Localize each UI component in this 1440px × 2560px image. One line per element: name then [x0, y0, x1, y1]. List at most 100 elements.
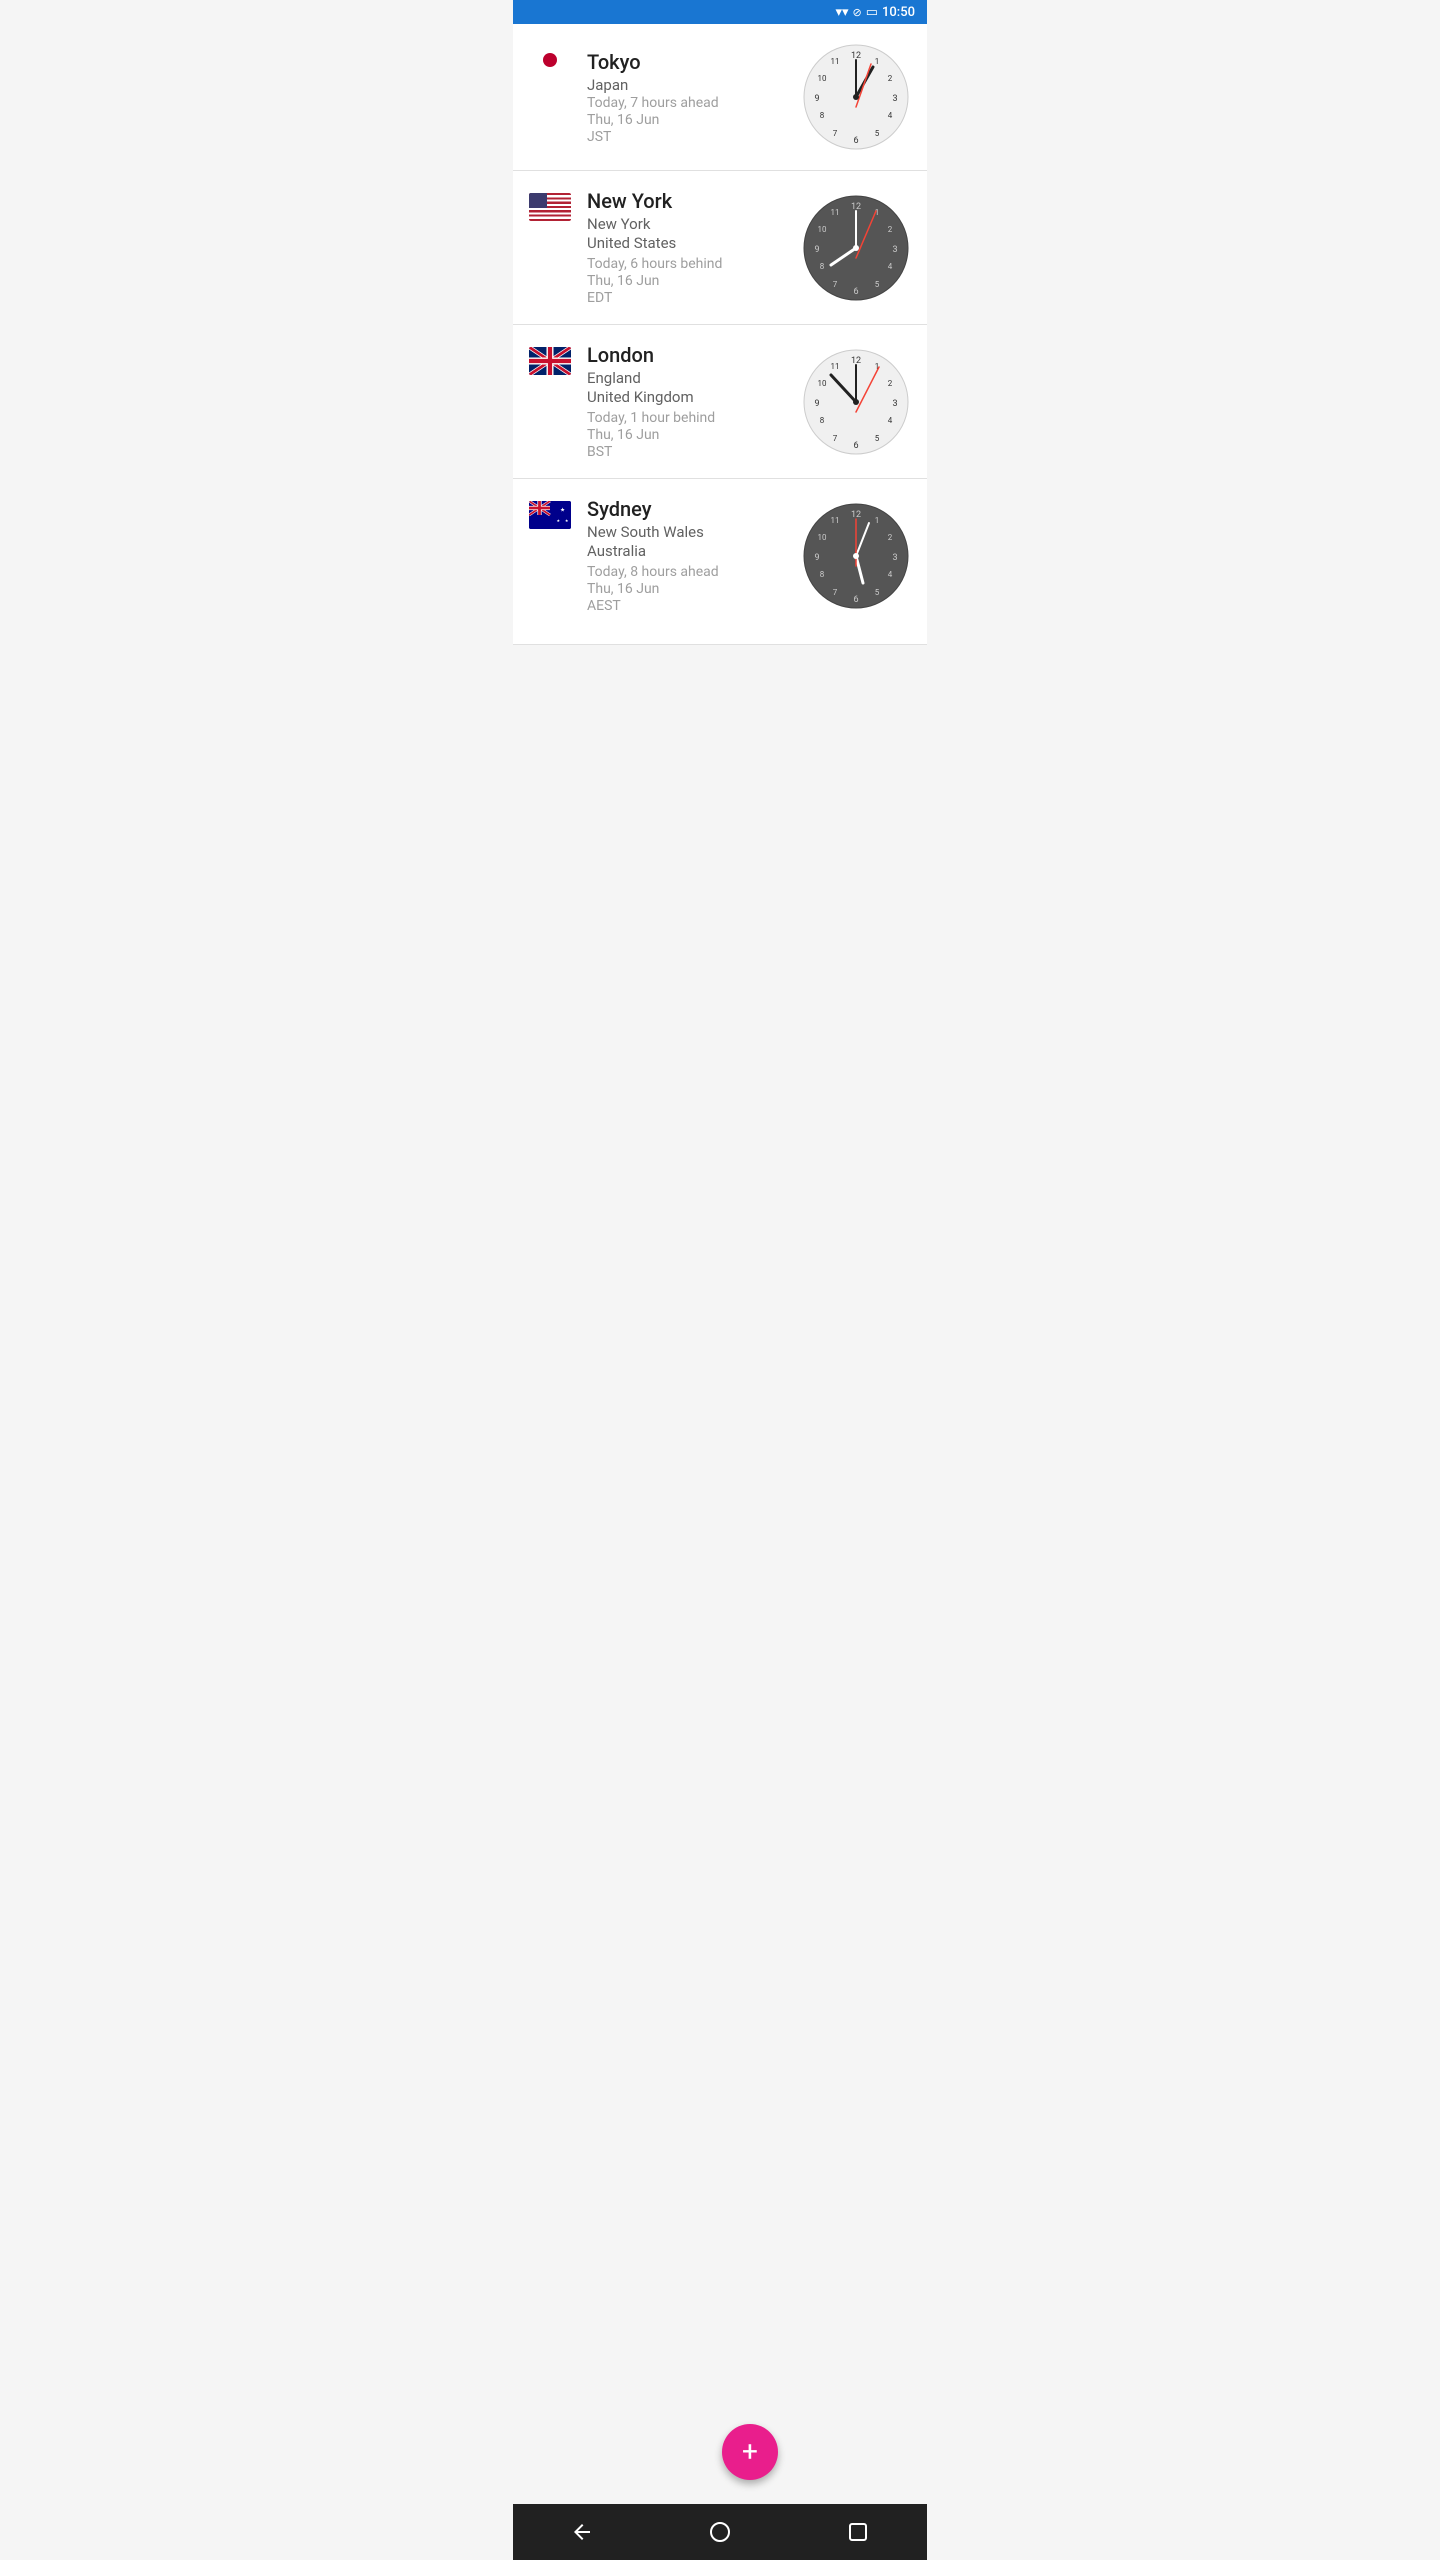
- au-flag-svg: ★ ★ ★: [529, 501, 571, 529]
- svg-text:★: ★: [557, 519, 561, 524]
- clock-item-new-york[interactable]: New York New York United States Today, 6…: [513, 171, 927, 325]
- svg-text:3: 3: [892, 245, 897, 255]
- svg-text:6: 6: [853, 441, 858, 451]
- flag-japan: [529, 46, 571, 74]
- svg-text:4: 4: [888, 416, 893, 425]
- new-york-info: New York New York United States Today, 6…: [587, 189, 793, 306]
- svg-text:6: 6: [853, 595, 858, 605]
- nav-home-button[interactable]: [700, 2512, 740, 2552]
- svg-text:8: 8: [820, 570, 825, 579]
- flag-us: [529, 193, 571, 221]
- recent-icon: [846, 2520, 870, 2544]
- london-tz: BST: [587, 444, 793, 460]
- svg-text:5: 5: [875, 588, 880, 597]
- add-city-fab[interactable]: +: [722, 2424, 778, 2480]
- london-country: United Kingdom: [587, 388, 793, 406]
- svg-text:7: 7: [833, 280, 838, 289]
- japan-flag-circle: [543, 53, 557, 67]
- svg-text:★: ★: [560, 507, 565, 514]
- clock-item-tokyo[interactable]: Tokyo Japan Today, 7 hours ahead Thu, 16…: [513, 24, 927, 171]
- clock-list: Tokyo Japan Today, 7 hours ahead Thu, 16…: [513, 24, 927, 645]
- svg-text:11: 11: [831, 362, 840, 371]
- svg-text:2: 2: [888, 74, 893, 83]
- new-york-country: United States: [587, 234, 793, 252]
- add-icon: +: [742, 2438, 758, 2466]
- svg-text:8: 8: [820, 262, 825, 271]
- svg-text:9: 9: [814, 94, 819, 104]
- svg-text:4: 4: [888, 111, 893, 120]
- nav-back-button[interactable]: [562, 2512, 602, 2552]
- svg-text:10: 10: [818, 225, 827, 234]
- new-york-name: New York: [587, 189, 793, 213]
- svg-text:6: 6: [853, 136, 858, 146]
- svg-text:7: 7: [833, 434, 838, 443]
- new-york-region: New York: [587, 215, 793, 233]
- sydney-diff: Today, 8 hours ahead: [587, 564, 793, 580]
- tokyo-tz: JST: [587, 129, 793, 145]
- svg-text:9: 9: [814, 399, 819, 409]
- home-icon: [708, 2520, 732, 2544]
- svg-text:5: 5: [875, 434, 880, 443]
- new-york-diff: Today, 6 hours behind: [587, 256, 793, 272]
- svg-text:8: 8: [820, 111, 825, 120]
- clock-item-sydney[interactable]: ★ ★ ★ Sydney New South Wales Australia T…: [513, 479, 927, 645]
- svg-text:2: 2: [888, 533, 893, 542]
- clock-london: 12 3 6 9 1 2 4 5 11 10 8 7: [801, 347, 911, 457]
- svg-text:11: 11: [831, 208, 840, 217]
- tokyo-info: Tokyo Japan Today, 7 hours ahead Thu, 16…: [587, 50, 793, 145]
- signal-icon: ⊘: [853, 6, 862, 19]
- battery-icon: ▭: [866, 5, 878, 20]
- status-bar: ▾▾ ⊘ ▭ 10:50: [513, 0, 927, 24]
- svg-text:1: 1: [875, 516, 880, 525]
- svg-text:4: 4: [888, 570, 893, 579]
- svg-text:7: 7: [833, 129, 838, 138]
- svg-text:4: 4: [888, 262, 893, 271]
- london-diff: Today, 1 hour behind: [587, 410, 793, 426]
- clock-tokyo: 12 3 6 9 1 2 4 5 11 10 8 7: [801, 42, 911, 152]
- london-region: England: [587, 369, 793, 387]
- svg-text:10: 10: [818, 533, 827, 542]
- svg-text:5: 5: [875, 129, 880, 138]
- svg-text:8: 8: [820, 416, 825, 425]
- svg-text:10: 10: [818, 74, 827, 83]
- uk-flag-svg: [529, 347, 571, 375]
- svg-text:9: 9: [814, 245, 819, 255]
- london-name: London: [587, 343, 793, 367]
- svg-text:2: 2: [888, 379, 893, 388]
- flag-uk: [529, 347, 571, 375]
- flag-au: ★ ★ ★: [529, 501, 571, 529]
- tokyo-date: Thu, 16 Jun: [587, 112, 793, 128]
- svg-text:5: 5: [875, 280, 880, 289]
- sydney-date: Thu, 16 Jun: [587, 581, 793, 597]
- us-canton: [529, 193, 547, 208]
- sydney-country: Australia: [587, 542, 793, 560]
- new-york-date: Thu, 16 Jun: [587, 273, 793, 289]
- clock-new-york: 12 3 6 9 1 2 4 5 11 10 8 7: [801, 193, 911, 303]
- london-info: London England United Kingdom Today, 1 h…: [587, 343, 793, 460]
- wifi-icon: ▾▾: [835, 5, 848, 20]
- nav-recent-button[interactable]: [838, 2512, 878, 2552]
- sydney-tz: AEST: [587, 598, 793, 614]
- svg-text:7: 7: [833, 588, 838, 597]
- status-time: 10:50: [882, 5, 915, 20]
- back-icon: [570, 2520, 594, 2544]
- tokyo-diff: Today, 7 hours ahead: [587, 95, 793, 111]
- svg-text:9: 9: [814, 553, 819, 563]
- clock-sydney: 12 3 6 9 1 2 4 5 11 10 8 7: [801, 501, 911, 611]
- svg-text:1: 1: [875, 57, 880, 66]
- sydney-name: Sydney: [587, 497, 793, 521]
- tokyo-region: Japan: [587, 76, 793, 94]
- svg-text:3: 3: [892, 553, 897, 563]
- svg-text:11: 11: [831, 516, 840, 525]
- svg-text:★: ★: [565, 519, 569, 524]
- svg-text:10: 10: [818, 379, 827, 388]
- sydney-info: Sydney New South Wales Australia Today, …: [587, 497, 793, 614]
- status-icons: ▾▾ ⊘ ▭ 10:50: [835, 5, 915, 20]
- sydney-region: New South Wales: [587, 523, 793, 541]
- svg-text:3: 3: [892, 94, 897, 104]
- clock-item-london[interactable]: London England United Kingdom Today, 1 h…: [513, 325, 927, 479]
- london-date: Thu, 16 Jun: [587, 427, 793, 443]
- svg-text:11: 11: [831, 57, 840, 66]
- new-york-tz: EDT: [587, 290, 793, 306]
- svg-text:6: 6: [853, 287, 858, 297]
